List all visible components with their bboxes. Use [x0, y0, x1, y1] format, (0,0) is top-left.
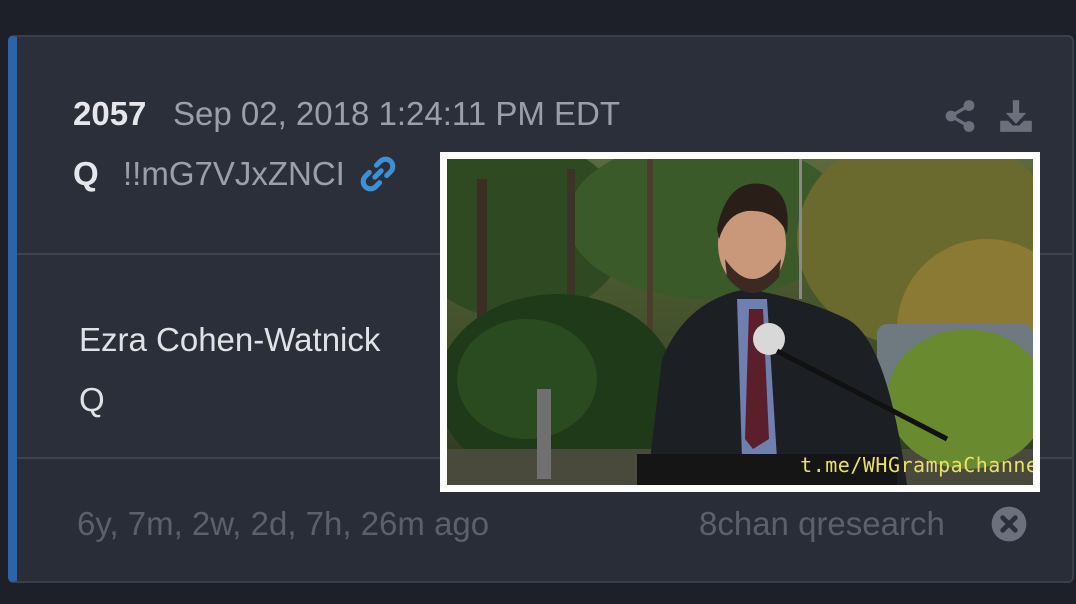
- link-icon[interactable]: [359, 155, 397, 193]
- post-number: 2057: [73, 95, 147, 132]
- post-tripcode: !!mG7VJxZNCI: [123, 155, 345, 192]
- share-icon[interactable]: [942, 97, 978, 135]
- post-author: Q: [73, 155, 99, 192]
- download-icon[interactable]: [997, 97, 1035, 135]
- post-body-signature: Q: [79, 381, 105, 418]
- post-body-line: Ezra Cohen-Watnick: [79, 321, 381, 358]
- post-date: Sep 02, 2018 1:24:11 PM EDT: [173, 95, 620, 132]
- video-frame: t.me/WHGrampaChannel: [447, 159, 1033, 485]
- post-source: 8chan qresearch: [699, 505, 945, 542]
- time-ago: 6y, 7m, 2w, 2d, 7h, 26m ago: [77, 505, 490, 542]
- video-scene: [447, 159, 1033, 485]
- close-icon[interactable]: [990, 505, 1028, 543]
- video-thumbnail[interactable]: t.me/WHGrampaChannel: [440, 152, 1040, 492]
- video-watermark: t.me/WHGrampaChannel: [800, 453, 1033, 477]
